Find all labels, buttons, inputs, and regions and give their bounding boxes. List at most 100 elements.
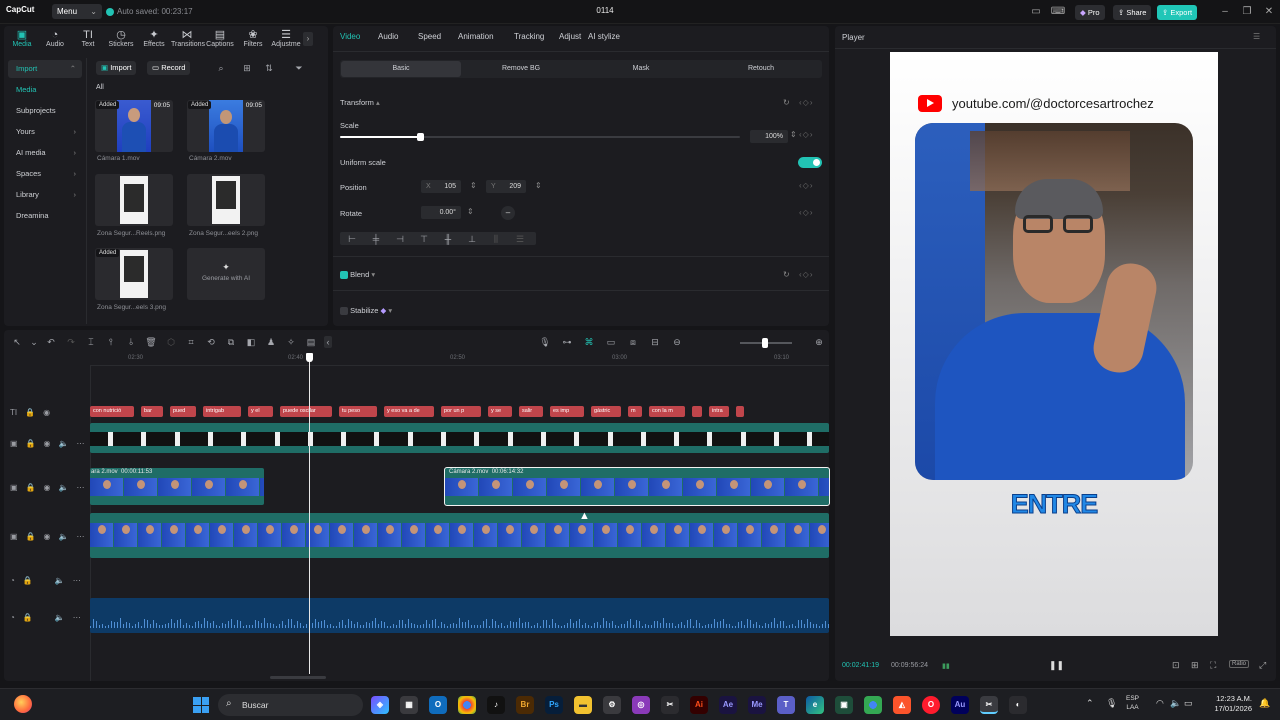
subtab-retouch[interactable]: Retouch: [701, 61, 821, 77]
lock-icon[interactable]: 🔒: [23, 613, 33, 622]
grid-icon[interactable]: ⊞: [1191, 660, 1199, 671]
tool-adjustment[interactable]: ☰ Adjustme: [270, 29, 302, 48]
speaker-icon[interactable]: 🔈: [59, 439, 69, 448]
checkbox-icon[interactable]: [340, 271, 348, 280]
more-icon[interactable]: ⋯: [76, 483, 84, 492]
overlay-clip[interactable]: [90, 423, 829, 453]
reset-icon[interactable]: ↻: [783, 98, 790, 107]
sort-icon[interactable]: ⇅: [262, 62, 276, 74]
tab-speed[interactable]: Speed: [418, 32, 458, 41]
tool-captions[interactable]: ▤ Captions: [204, 29, 236, 48]
menu-lines-icon[interactable]: ☰: [1253, 32, 1260, 41]
align-center-h-icon[interactable]: ╪: [364, 233, 388, 245]
time-ruler[interactable]: 02:30 02:40 02:50 03:00 03:10: [90, 352, 829, 366]
crop-icon[interactable]: ⌗: [184, 336, 198, 348]
lock-icon[interactable]: 🔒: [26, 483, 36, 492]
fit-icon[interactable]: ⊡: [1172, 660, 1180, 671]
zoom-slider[interactable]: [740, 338, 792, 348]
volume-icon[interactable]: 🔈: [1170, 698, 1181, 709]
distribute-v-icon[interactable]: ☰: [508, 233, 532, 245]
lock-icon[interactable]: 🔒: [26, 439, 36, 448]
stepper-icon[interactable]: ⇕: [467, 207, 474, 216]
delete-icon[interactable]: 🗑: [144, 336, 158, 348]
bridge-icon[interactable]: Br: [516, 696, 534, 714]
stabilize-section[interactable]: Stabilize ◆ ▾: [340, 306, 392, 316]
eye-icon[interactable]: ◉: [44, 532, 51, 541]
menu-button[interactable]: Menu ⌄: [52, 4, 102, 19]
search-box[interactable]: ⌕ Buscar: [218, 694, 363, 716]
main-video-clip[interactable]: [90, 513, 829, 558]
subtab-mask[interactable]: Mask: [581, 61, 701, 77]
video-clip-selected[interactable]: Cámara 2.mov 00:06:14:32: [444, 467, 830, 506]
scroll-right-icon[interactable]: ›: [303, 31, 313, 46]
caption-chip[interactable]: intrigab: [203, 406, 241, 417]
capcut-icon[interactable]: ✂: [661, 696, 679, 714]
caption-chip[interactable]: salir: [519, 406, 543, 417]
subtab-basic[interactable]: Basic: [341, 61, 461, 77]
illustrator-icon[interactable]: Ai: [690, 696, 708, 714]
tool-media[interactable]: ▣ Media: [6, 29, 38, 48]
ratio-button[interactable]: Ratio: [1229, 660, 1250, 668]
zoom-out-icon[interactable]: ⊖: [670, 336, 684, 348]
video-preview[interactable]: youtube.com/@doctorcesartrochez ENTRE: [890, 52, 1218, 636]
magnet-icon[interactable]: ⌘: [582, 336, 596, 348]
playhead[interactable]: [306, 353, 313, 674]
uniform-scale-toggle[interactable]: [798, 157, 822, 168]
more-icon[interactable]: ⋯: [73, 576, 81, 585]
media-item[interactable]: Added 09:05: [187, 100, 265, 152]
align-right-icon[interactable]: ⊣: [388, 233, 412, 245]
app-icon[interactable]: ▣: [835, 696, 853, 714]
clock[interactable]: 12:23 A.M. 17/01/2026: [1204, 694, 1252, 714]
stepper-icon[interactable]: ⇕: [790, 130, 797, 139]
split-icon[interactable]: ⌶: [84, 336, 98, 348]
fullscreen-icon[interactable]: ⤢: [1259, 660, 1266, 671]
caption-chip[interactable]: y el: [248, 406, 273, 417]
edge-icon[interactable]: e: [806, 696, 824, 714]
windows-start-icon[interactable]: [193, 697, 209, 713]
link-icon[interactable]: ⊶: [560, 336, 574, 348]
checkbox-icon[interactable]: [340, 307, 348, 316]
scale-value[interactable]: 100%: [750, 130, 788, 143]
subtitle-icon[interactable]: ▤: [304, 336, 318, 348]
chrome-icon[interactable]: [458, 696, 476, 714]
store-icon[interactable]: ▦: [400, 696, 418, 714]
scale-slider-handle[interactable]: [417, 133, 424, 141]
media-item[interactable]: Added: [95, 248, 173, 300]
align-bottom-icon[interactable]: ⊥: [460, 233, 484, 245]
auto-reframe-icon[interactable]: ⟲: [204, 336, 218, 348]
stepper-icon[interactable]: ⇕: [470, 181, 477, 190]
caption-chip[interactable]: [692, 406, 702, 417]
speaker-icon[interactable]: 🔈: [55, 613, 65, 622]
pro-button[interactable]: ◆ Pro: [1075, 5, 1105, 20]
tab-video[interactable]: Video: [340, 32, 378, 41]
import-button[interactable]: ▣ Import: [96, 61, 137, 75]
folder-icon[interactable]: ▬: [574, 696, 592, 714]
category-library[interactable]: Library ›: [8, 186, 82, 204]
copilot-icon[interactable]: ◈: [371, 696, 389, 714]
more-icon[interactable]: ⋯: [76, 532, 84, 541]
playhead-handle[interactable]: [306, 353, 313, 362]
eye-icon[interactable]: ◉: [44, 483, 51, 492]
caption-icon[interactable]: ⊟: [648, 336, 662, 348]
shield-icon[interactable]: ⬡: [164, 336, 178, 348]
eye-icon[interactable]: ◉: [43, 408, 50, 417]
tab-audio[interactable]: Audio: [378, 32, 418, 41]
notification-icon[interactable]: 🔔: [1259, 698, 1270, 709]
keyframe-icon[interactable]: ‹◇›: [799, 208, 813, 217]
caption-chip[interactable]: pued: [170, 406, 196, 417]
aftereffects-icon[interactable]: Ae: [719, 696, 737, 714]
scale-slider[interactable]: [340, 133, 740, 141]
horizontal-scrollbar[interactable]: [270, 676, 326, 679]
caption-chip[interactable]: y se: [488, 406, 512, 417]
redo-icon[interactable]: ↷: [64, 336, 78, 348]
split-screen-icon[interactable]: ⧈: [626, 336, 640, 348]
split-left-icon[interactable]: ⫯: [104, 336, 118, 348]
rotate-value[interactable]: 0.00°: [421, 206, 461, 219]
mirror-icon[interactable]: ◧: [244, 336, 258, 348]
align-top-icon[interactable]: ⊤: [412, 233, 436, 245]
subtab-remove-bg[interactable]: Remove BG: [461, 61, 581, 77]
speaker-icon[interactable]: 🔈: [59, 483, 69, 492]
close-icon[interactable]: ✕: [1261, 6, 1277, 18]
chevron-down-icon[interactable]: ⌄: [30, 336, 38, 348]
maximize-icon[interactable]: ❐: [1239, 6, 1255, 18]
